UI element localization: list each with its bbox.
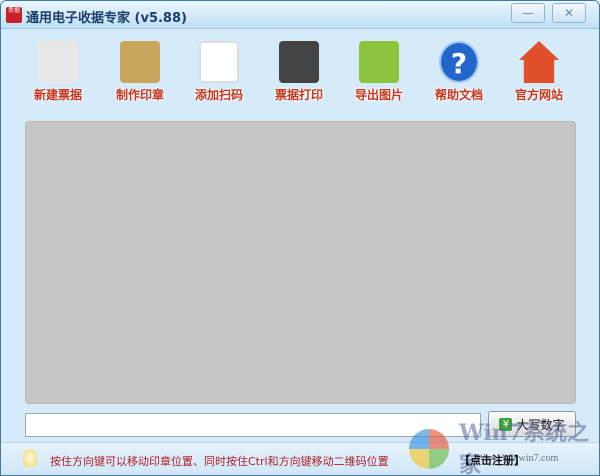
toolbar-label: 官方网站 [514, 88, 563, 102]
window-title: 通用电子收据专家 (v5.88) [26, 11, 187, 26]
watermark-url: Www.Winwin7.com [476, 453, 559, 464]
toolbar-button-home[interactable]: 官方网站 [501, 37, 577, 103]
app-icon: 票据 [6, 7, 22, 23]
image-icon [359, 41, 399, 83]
title-bar[interactable]: 票据 通用电子收据专家 (v5.88) — ✕ [1, 1, 599, 29]
toolbar-label: 新建票据 [33, 88, 82, 102]
receipt-icon [38, 41, 78, 83]
toolbar-label: 制作印章 [115, 88, 164, 102]
help-icon: ? [439, 41, 479, 83]
minimize-button[interactable]: — [511, 3, 545, 23]
toolbar-button-help[interactable]: ? 帮助文档 [421, 37, 497, 103]
toolbar: 新建票据 制作印章 添加扫码 票据打印 导出图片? 帮助文档 官方网站 [1, 37, 599, 107]
close-button[interactable]: ✕ [552, 3, 586, 23]
seal-icon [120, 41, 160, 83]
app-window: 票据 通用电子收据专家 (v5.88) — ✕ 新建票据 制作印章 添加扫码 票据打印… [0, 0, 600, 476]
printer-icon [279, 41, 319, 83]
toolbar-button-image[interactable]: 导出图片 [341, 37, 417, 103]
lightbulb-icon [23, 449, 37, 467]
toolbar-button-qrcode[interactable]: 添加扫码 [181, 37, 257, 103]
toolbar-label: 导出图片 [354, 88, 403, 102]
qrcode-icon [199, 41, 239, 83]
home-icon [519, 41, 559, 83]
receipt-preview-panel[interactable] [25, 121, 576, 404]
toolbar-button-printer[interactable]: 票据打印 [261, 37, 337, 103]
toolbar-button-receipt[interactable]: 新建票据 [20, 37, 96, 103]
amount-input[interactable] [25, 413, 481, 437]
toolbar-label: 帮助文档 [434, 88, 483, 102]
toolbar-label: 票据打印 [274, 88, 323, 102]
tip-text: 按住方向键可以移动印章位置、同时按住Ctrl和方向键移动二维码位置 [50, 455, 389, 468]
watermark-windows-logo [409, 429, 449, 469]
status-bar: 按住方向键可以移动印章位置、同时按住Ctrl和方向键移动二维码位置 Win7系统… [1, 420, 599, 475]
toolbar-button-seal[interactable]: 制作印章 [102, 37, 178, 103]
toolbar-label: 添加扫码 [194, 88, 243, 102]
